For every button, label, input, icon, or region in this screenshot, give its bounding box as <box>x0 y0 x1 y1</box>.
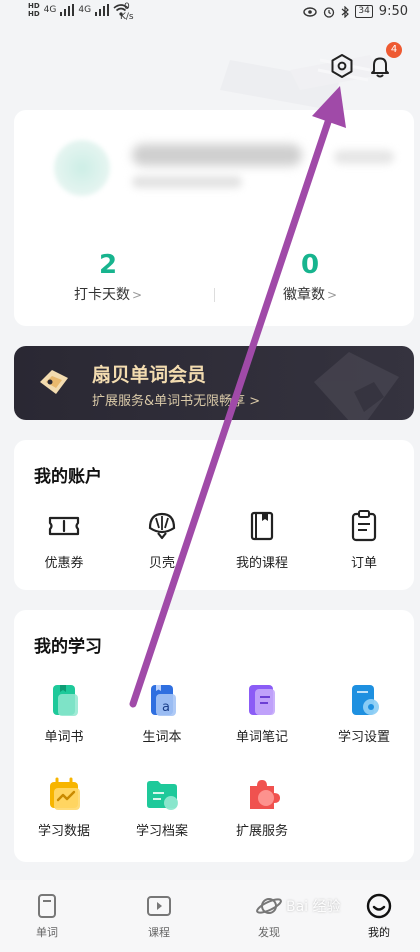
bottom-navigation: 单词 课程 发现 我的 <box>0 880 420 952</box>
clock: 9:50 <box>378 4 408 19</box>
study-data-icon <box>50 777 80 810</box>
words-card-icon <box>38 894 56 918</box>
checkin-days-label: 打卡天数 <box>73 287 130 303</box>
coupon-icon <box>48 516 80 536</box>
signal-icon <box>60 4 75 16</box>
study-settings-label: 学习设置 <box>337 730 390 745</box>
word-notes-icon <box>249 685 275 715</box>
courses-play-icon <box>147 896 171 916</box>
orders-label: 订单 <box>350 556 377 571</box>
word-notes-label: 单词笔记 <box>235 730 288 745</box>
puzzle-piece-icon <box>250 780 280 809</box>
nav-courses-label: 课程 <box>148 926 170 939</box>
profile-card[interactable]: 2 打卡天数 > 0 徽章数 > <box>14 110 414 326</box>
network-type-1: 4G <box>43 5 57 15</box>
status-bar: HD HD 4G 4G 0 K/s 34 9:50 <box>0 0 420 28</box>
word-notes-item[interactable]: 单词笔记 <box>214 680 310 745</box>
extension-services-item[interactable]: 扩展服务 <box>214 774 310 839</box>
signal-icon-2 <box>95 4 110 16</box>
nav-discover-label: 发现 <box>258 926 280 939</box>
wordbook-item[interactable]: 单词书 <box>16 680 112 745</box>
coupon-label: 优惠券 <box>44 556 84 571</box>
nav-mine-label: 我的 <box>368 926 390 939</box>
order-clipboard-icon <box>351 510 377 542</box>
alarm-icon <box>324 6 335 18</box>
settings-icon[interactable] <box>328 52 356 80</box>
badges-stat[interactable]: 0 徽章数 > <box>230 250 390 304</box>
study-card: 我的学习 单词书 a 生词本 单词笔记 学习设置 学习数据 学习档案 扩展服务 <box>14 610 414 862</box>
my-courses-label: 我的课程 <box>235 556 288 571</box>
nav-words-label: 单词 <box>36 926 58 939</box>
my-courses-item[interactable]: 我的课程 <box>214 506 310 571</box>
eye-icon <box>303 6 318 17</box>
status-right: 34 9:50 <box>303 4 408 19</box>
signal-group: HD HD 4G 4G <box>28 2 129 18</box>
bluetooth-icon <box>341 5 350 18</box>
membership-decoration <box>314 352 399 420</box>
nav-courses[interactable]: 课程 <box>124 892 194 940</box>
account-section-title: 我的账户 <box>34 467 102 487</box>
wordbook-icon <box>53 685 78 716</box>
shell-icon <box>148 512 176 540</box>
avatar[interactable] <box>54 140 110 196</box>
badges-label: 徽章数 <box>282 287 325 303</box>
vocab-notebook-item[interactable]: a 生词本 <box>114 680 210 745</box>
wordbook-label: 单词书 <box>44 730 84 745</box>
study-section-title: 我的学习 <box>34 637 102 657</box>
orders-item[interactable]: 订单 <box>316 506 412 571</box>
membership-banner[interactable]: 扇贝单词会员 扩展服务&单词书无限畅享 > <box>14 346 414 420</box>
chevron-right-icon: > <box>249 394 261 409</box>
membership-icon <box>40 370 68 394</box>
watermark: Bai 经验 <box>286 899 341 915</box>
extension-services-label: 扩展服务 <box>235 824 288 839</box>
account-card: 我的账户 优惠券 贝壳 我的课程 订单 <box>14 440 414 590</box>
study-archive-folder-icon <box>147 781 178 810</box>
shell-label: 贝壳 <box>148 556 175 571</box>
nav-mine[interactable]: 我的 <box>344 892 414 940</box>
badges-value: 0 <box>300 250 320 280</box>
blurred-profile-link <box>334 150 394 164</box>
nav-words[interactable]: 单词 <box>12 892 82 940</box>
checkin-days-stat[interactable]: 2 打卡天数 > <box>28 250 188 304</box>
study-data-item[interactable]: 学习数据 <box>16 774 112 839</box>
study-archive-item[interactable]: 学习档案 <box>114 774 210 839</box>
study-data-label: 学习数据 <box>37 824 90 839</box>
study-settings-icon <box>352 685 379 715</box>
blurred-username <box>132 144 302 166</box>
vocab-notebook-icon: a <box>151 685 176 716</box>
chevron-right-icon: > <box>326 288 338 302</box>
study-archive-label: 学习档案 <box>135 824 188 839</box>
membership-subtitle: 扩展服务&单词书无限畅享 <box>92 394 246 409</box>
network-type-2: 4G <box>78 5 92 15</box>
study-settings-item[interactable]: 学习设置 <box>316 680 412 745</box>
membership-title: 扇贝单词会员 <box>92 364 207 386</box>
network-speed: 0 K/s <box>120 2 134 22</box>
blurred-user-info <box>132 176 242 188</box>
chevron-right-icon: > <box>131 288 143 302</box>
course-book-icon <box>250 511 274 541</box>
notification-badge: 4 <box>386 42 402 58</box>
vocab-notebook-label: 生词本 <box>142 730 182 745</box>
hd-indicator: HD HD <box>28 2 40 18</box>
mine-smile-icon <box>366 893 392 919</box>
planet-icon <box>256 898 282 914</box>
shell-item[interactable]: 贝壳 <box>114 506 210 571</box>
stat-divider <box>214 288 215 302</box>
svg-text:a: a <box>162 700 170 715</box>
checkin-days-value: 2 <box>98 250 118 280</box>
coupon-item[interactable]: 优惠券 <box>16 506 112 571</box>
battery-level: 34 <box>355 5 373 18</box>
